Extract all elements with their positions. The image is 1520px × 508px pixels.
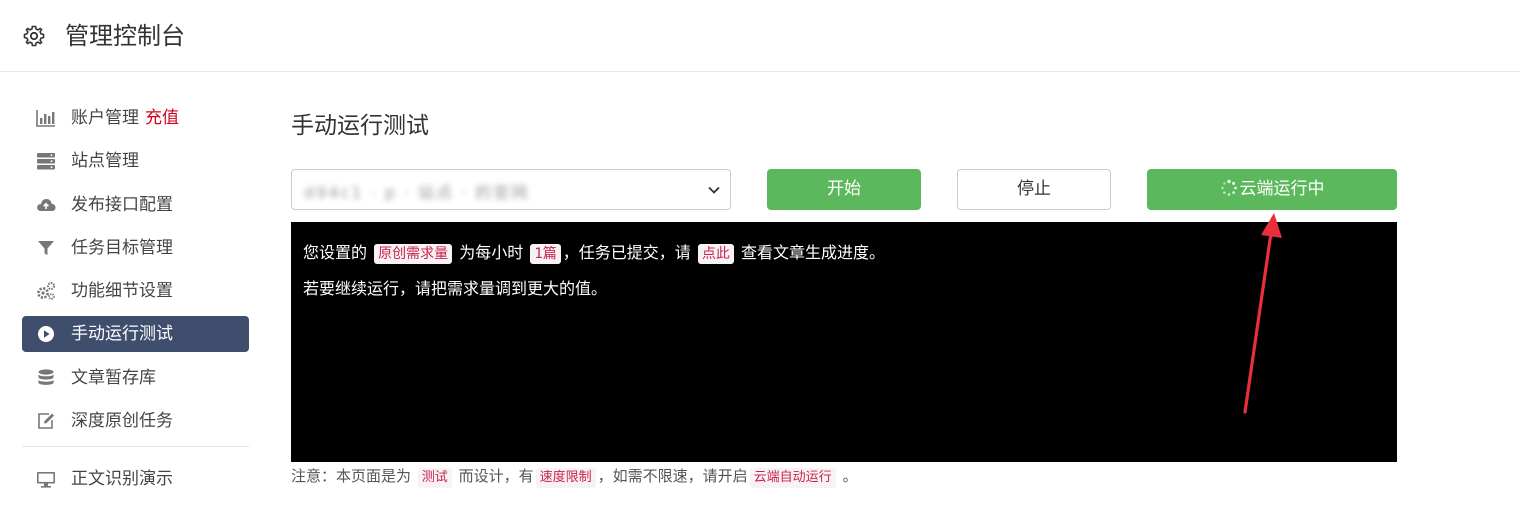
start-button[interactable]: 开始 — [767, 169, 921, 210]
gear-icon[interactable] — [22, 24, 46, 48]
sidebar-item-manual-run[interactable]: 手动运行测试 — [22, 316, 249, 353]
sidebar-item-label: 站点管理 — [71, 151, 139, 172]
app-title: 管理控制台 — [65, 22, 185, 50]
note-text: ，如需不限速，请开启 — [597, 467, 748, 485]
note-text: 而设计，有 — [458, 467, 534, 485]
cloud-running-label: 云端运行中 — [1239, 179, 1325, 199]
play-circle-icon — [38, 326, 54, 343]
annotation-arrow — [1243, 213, 1282, 414]
sidebar-item-article-storage[interactable]: 文章暂存库 — [22, 360, 249, 396]
server-icon — [37, 153, 55, 170]
console-line: 若要继续运行，请把需求量调到更大的值。 — [303, 279, 608, 298]
recharge-link[interactable]: 充值 — [145, 108, 179, 128]
sidebar-divider — [22, 446, 249, 448]
quota-tag: 原创需求量 — [374, 244, 453, 264]
page-title: 手动运行测试 — [291, 113, 429, 139]
stop-button[interactable]: 停止 — [957, 169, 1111, 210]
spinner-icon — [1220, 179, 1237, 196]
site-select[interactable]: d94c1 · p · 站点 · 的官网 — [291, 169, 731, 210]
sidebar: 账户管理 充值 站点管理 发布接口配置 任务目标管理 功能细节设置 手动运行测试… — [22, 100, 249, 505]
rate-tag: 1篇 — [530, 244, 561, 264]
note-text: 注意：本页面是为 — [291, 467, 412, 485]
sidebar-item-text-recognition[interactable]: 正文识别演示 — [22, 461, 249, 497]
cogs-icon — [37, 282, 55, 300]
monitor-icon — [37, 472, 55, 488]
console-text: 您设置的 — [303, 243, 368, 262]
sidebar-item-label: 任务目标管理 — [71, 237, 173, 258]
cloud-upload-icon — [37, 198, 56, 211]
sidebar-item-label: 深度原创任务 — [71, 411, 173, 432]
console-text: ，任务已提交，请 — [562, 243, 691, 262]
sidebar-item-label: 文章暂存库 — [71, 367, 156, 388]
click-here-link[interactable]: 点此 — [697, 244, 734, 264]
chevron-down-icon — [708, 186, 720, 194]
edit-icon — [38, 413, 54, 429]
bar-chart-icon — [36, 110, 55, 127]
console-text: 为每小时 — [459, 243, 524, 262]
note-text: 。 — [842, 467, 858, 485]
sidebar-item-label: 发布接口配置 — [71, 194, 173, 215]
filter-icon — [38, 240, 54, 255]
console-line: 您设置的 原创需求量 为每小时 1篇 ，任务已提交，请 点此 查看文章生成进度。 — [303, 240, 1385, 266]
sidebar-item-label: 功能细节设置 — [71, 281, 173, 302]
sidebar-item-task-targets[interactable]: 任务目标管理 — [22, 230, 249, 266]
sidebar-item-deep-original[interactable]: 深度原创任务 — [22, 403, 249, 439]
sidebar-item-feature-settings[interactable]: 功能细节设置 — [22, 273, 249, 309]
test-tag: 测试 — [417, 468, 452, 488]
speed-limit-tag: 速度限制 — [535, 468, 596, 488]
database-icon — [38, 369, 54, 385]
cloud-auto-run-tag: 云端自动运行 — [749, 468, 836, 488]
sidebar-item-publish-api[interactable]: 发布接口配置 — [22, 187, 249, 223]
cloud-running-button[interactable]: 云端运行中 — [1147, 169, 1397, 210]
sidebar-item-label: 手动运行测试 — [71, 324, 173, 345]
sidebar-item-label: 正文识别演示 — [71, 469, 173, 490]
sidebar-item-sites[interactable]: 站点管理 — [22, 143, 249, 179]
footer-note: 注意：本页面是为 测试 而设计，有 速度限制 ，如需不限速，请开启 云端自动运行 。 — [291, 465, 857, 488]
console-text: 查看文章生成进度。 — [740, 243, 885, 262]
site-select-value: d94c1 · p · 站点 · 的官网 — [304, 183, 530, 202]
sidebar-item-label: 账户管理 — [71, 108, 139, 128]
top-bar: 管理控制台 — [0, 0, 1520, 72]
sidebar-item-account[interactable]: 账户管理 充值 — [22, 100, 249, 136]
